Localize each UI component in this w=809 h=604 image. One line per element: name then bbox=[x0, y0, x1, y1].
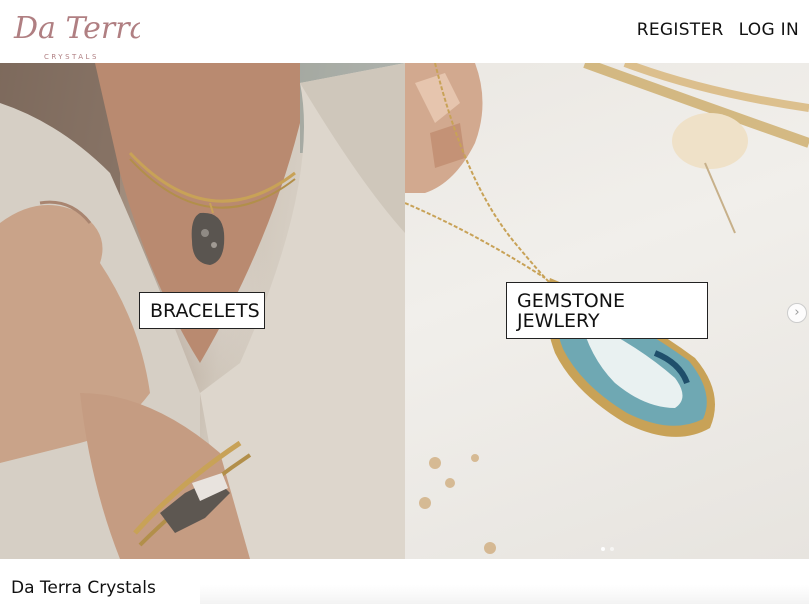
category-gemstone-jewelry-label[interactable]: GEMSTONE JEWLERY bbox=[506, 282, 708, 339]
category-bracelets-label[interactable]: BRACELETS bbox=[139, 292, 265, 329]
logo-mark: Da Terra CRYSTALS bbox=[13, 11, 140, 61]
brand-logo[interactable]: Da Terra CRYSTALS bbox=[10, 0, 140, 62]
logo-script: Da Terra bbox=[13, 11, 140, 46]
logo-subtitle: CRYSTALS bbox=[44, 53, 99, 61]
footer-divider bbox=[200, 585, 809, 604]
site-header: Da Terra CRYSTALS REGISTER LOG IN bbox=[0, 0, 809, 63]
account-nav: REGISTER LOG IN bbox=[637, 20, 799, 40]
carousel-dots bbox=[601, 547, 614, 551]
register-link[interactable]: REGISTER bbox=[637, 20, 724, 40]
site-title: Da Terra Crystals bbox=[11, 578, 156, 598]
carousel-dot[interactable] bbox=[610, 547, 614, 551]
carousel-dot[interactable] bbox=[601, 547, 605, 551]
bracelets-tile[interactable]: BRACELETS bbox=[0, 63, 405, 559]
gemstone-jewelry-tile[interactable]: GEMSTONE JEWLERY › bbox=[405, 63, 809, 559]
login-link[interactable]: LOG IN bbox=[739, 20, 799, 40]
chevron-right-icon[interactable]: › bbox=[787, 303, 807, 323]
